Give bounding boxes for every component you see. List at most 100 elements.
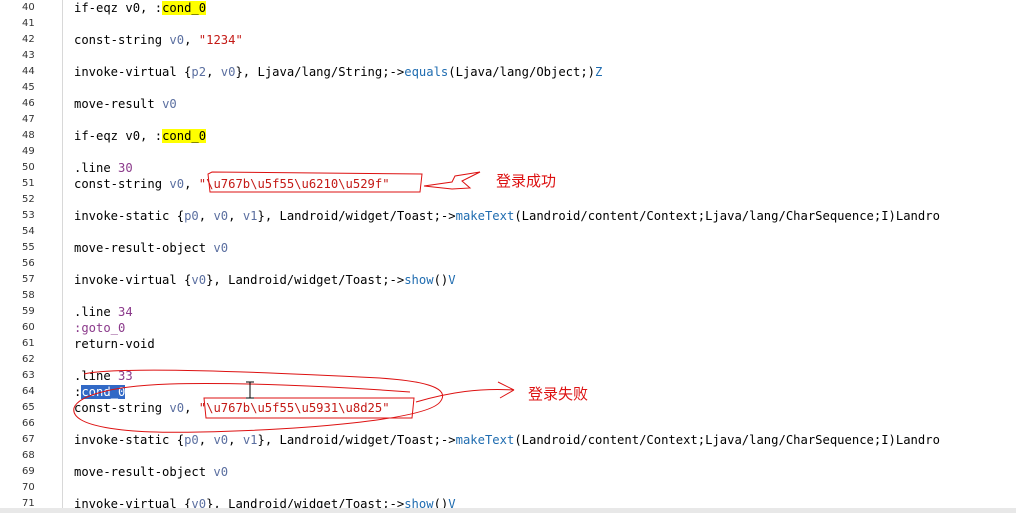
code-line[interactable]: 40 if-eqz v0, :cond_0 xyxy=(0,0,1016,16)
code-token: v0 xyxy=(162,97,177,111)
code-line[interactable]: 45 xyxy=(0,80,1016,96)
code-text[interactable]: const-string v0, "\u767b\u5f55\u6210\u52… xyxy=(74,176,390,192)
code-line[interactable]: 61 return-void xyxy=(0,336,1016,352)
code-token: const-string xyxy=(74,177,170,191)
line-number: 66 xyxy=(22,418,35,429)
code-text[interactable]: const-string v0, "\u767b\u5f55\u5931\u8d… xyxy=(74,400,390,416)
code-text[interactable]: if-eqz v0, :cond_0 xyxy=(74,0,207,16)
line-number: 65 xyxy=(22,402,35,413)
code-token: p2 xyxy=(191,65,207,79)
line-number: 58 xyxy=(22,290,35,301)
code-token: V xyxy=(448,273,456,287)
code-token: .line xyxy=(74,369,119,383)
code-token: makeText xyxy=(455,433,515,447)
code-line[interactable]: 59 .line 34 xyxy=(0,304,1016,320)
line-number: 52 xyxy=(22,194,35,205)
code-token: Z xyxy=(595,65,603,79)
code-editor[interactable]: 40 if-eqz v0, :cond_0 41 42 const-string v0,… xyxy=(0,0,1016,513)
code-token: v0 xyxy=(169,401,185,415)
code-line[interactable]: 58 xyxy=(0,288,1016,304)
code-token: p0 xyxy=(184,433,199,447)
line-number: 60 xyxy=(22,322,35,333)
line-number: 47 xyxy=(22,114,35,125)
code-text[interactable]: move-result v0 xyxy=(74,96,177,112)
code-text[interactable]: .line 33 xyxy=(74,368,133,384)
line-number: 62 xyxy=(22,354,35,365)
code-line[interactable]: 43 xyxy=(0,48,1016,64)
line-number: 54 xyxy=(22,226,35,237)
code-token: invoke-static { xyxy=(74,209,185,223)
code-token: , xyxy=(184,401,199,415)
code-text[interactable]: invoke-static {p0, v0, v1}, Landroid/wid… xyxy=(74,432,940,448)
line-number: 40 xyxy=(22,2,35,13)
line-number: 55 xyxy=(22,242,35,253)
code-token: invoke-virtual { xyxy=(74,273,192,287)
code-line[interactable]: 55 move-result-object v0 xyxy=(0,240,1016,256)
code-line[interactable]: 42 const-string v0, "1234" xyxy=(0,32,1016,48)
code-text[interactable]: move-result-object v0 xyxy=(74,464,228,480)
horizontal-scrollbar[interactable] xyxy=(0,508,1016,513)
line-number: 57 xyxy=(22,274,35,285)
line-number: 69 xyxy=(22,466,35,477)
code-token: 34 xyxy=(118,305,133,319)
code-line[interactable]: 48 if-eqz v0, :cond_0 xyxy=(0,128,1016,144)
code-token: , xyxy=(228,433,243,447)
code-line[interactable]: 66 xyxy=(0,416,1016,432)
code-text[interactable]: .line 30 xyxy=(74,160,133,176)
code-token: , xyxy=(184,177,199,191)
code-line[interactable]: 62 xyxy=(0,352,1016,368)
code-token: :goto_0 xyxy=(74,321,126,335)
code-token: "\u767b\u5f55\u6210\u529f" xyxy=(198,177,390,191)
code-line[interactable]: 41 xyxy=(0,16,1016,32)
code-line[interactable]: 68 xyxy=(0,448,1016,464)
code-line[interactable]: 70 xyxy=(0,480,1016,496)
code-line[interactable]: 49 xyxy=(0,144,1016,160)
code-token: v0 xyxy=(213,241,229,255)
code-text[interactable]: const-string v0, "1234" xyxy=(74,32,243,48)
code-token: if-eqz v0, xyxy=(74,1,155,15)
code-token: v0 xyxy=(191,273,207,287)
code-text[interactable]: .line 34 xyxy=(74,304,133,320)
code-token: , xyxy=(228,209,243,223)
code-token: invoke-static { xyxy=(74,433,185,447)
line-number: 70 xyxy=(22,482,35,493)
code-text[interactable]: invoke-static {p0, v0, v1}, Landroid/wid… xyxy=(74,208,940,224)
code-text[interactable]: if-eqz v0, :cond_0 xyxy=(74,128,207,144)
code-token: v0 xyxy=(213,433,229,447)
code-line[interactable]: 57 invoke-virtual {v0}, Landroid/widget/T… xyxy=(0,272,1016,288)
line-number: 53 xyxy=(22,210,35,221)
code-text[interactable]: invoke-virtual {p2, v0}, Ljava/lang/Stri… xyxy=(74,64,602,80)
code-token: .line xyxy=(74,161,119,175)
highlighted-label: cond_0 xyxy=(162,1,207,15)
code-token: v1 xyxy=(242,433,258,447)
code-token: , xyxy=(184,33,199,47)
code-token: v1 xyxy=(242,209,258,223)
code-line[interactable]: 64:cond_0 xyxy=(0,384,1016,400)
code-line[interactable]: 47 xyxy=(0,112,1016,128)
code-line[interactable]: 69 move-result-object v0 xyxy=(0,464,1016,480)
annotation-success: 登录成功 xyxy=(496,172,557,190)
code-token: .line xyxy=(74,305,119,319)
line-number: 48 xyxy=(22,130,35,141)
code-line[interactable]: 65 const-string v0, "\u767b\u5f55\u5931\u… xyxy=(0,400,1016,416)
annotation-failure: 登录失败 xyxy=(528,385,589,403)
code-text[interactable]: return-void xyxy=(74,336,155,352)
code-line[interactable]: 56 xyxy=(0,256,1016,272)
code-text[interactable]: invoke-virtual {v0}, Landroid/widget/Toa… xyxy=(74,272,456,288)
code-line[interactable]: 60 :goto_0 xyxy=(0,320,1016,336)
code-line[interactable]: 44 invoke-virtual {p2, v0}, Ljava/lang/St… xyxy=(0,64,1016,80)
line-number: 44 xyxy=(22,66,35,77)
code-text[interactable]: :goto_0 xyxy=(74,320,125,336)
code-line[interactable]: 52 xyxy=(0,192,1016,208)
code-text[interactable]: :cond_0 xyxy=(74,384,126,400)
code-line[interactable]: 67 invoke-static {p0, v0, v1}, Landroid/w… xyxy=(0,432,1016,448)
code-token: move-result xyxy=(74,97,163,111)
code-line[interactable]: 63 .line 33 xyxy=(0,368,1016,384)
code-line[interactable]: 54 xyxy=(0,224,1016,240)
code-text[interactable]: move-result-object v0 xyxy=(74,240,228,256)
code-token: move-result-object xyxy=(74,241,214,255)
line-number: 67 xyxy=(22,434,35,445)
code-line[interactable]: 46 move-result v0 xyxy=(0,96,1016,112)
code-line[interactable]: 53 invoke-static {p0, v0, v1}, Landroid/w… xyxy=(0,208,1016,224)
code-token: if-eqz v0, xyxy=(74,129,155,143)
